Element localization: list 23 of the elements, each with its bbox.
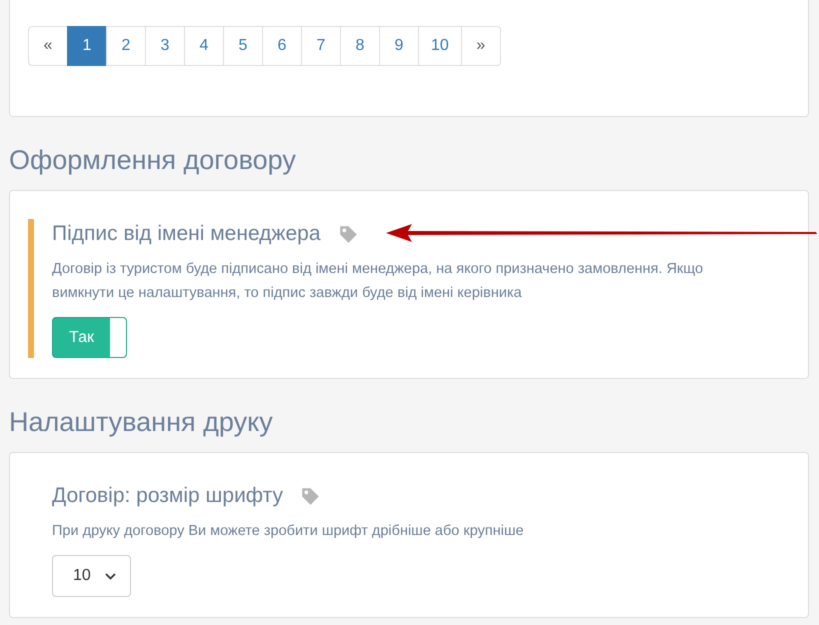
setting-title: Договір: розмір шрифту [52, 484, 283, 508]
page-link[interactable]: 4 [184, 26, 224, 66]
chevron-icon [104, 572, 116, 580]
section-heading: Оформлення договору [9, 145, 297, 176]
page-link[interactable]: 9 [379, 26, 419, 66]
setting-title: Підпис від імені менеджера [52, 222, 321, 246]
page-link[interactable]: 10 [418, 26, 462, 66]
page-link[interactable]: 3 [145, 26, 185, 66]
page-link[interactable]: 6 [262, 26, 302, 66]
page-link[interactable]: 2 [106, 26, 146, 66]
toggle-switch[interactable]: Так [52, 317, 127, 358]
page-link[interactable]: 7 [301, 26, 341, 66]
setting-description: При друку договору Ви можете зробити шрифт дрібніше або крупніше [52, 522, 525, 541]
page-link[interactable]: 5 [223, 26, 263, 66]
font-size-select[interactable]: 10 [52, 555, 131, 597]
page-link[interactable]: » [460, 26, 501, 66]
page-link[interactable]: « [28, 26, 68, 66]
tag-icon [300, 486, 320, 506]
page-link[interactable]: 8 [340, 26, 380, 66]
section-heading: Налаштування друку [9, 407, 274, 438]
tag-icon [338, 224, 358, 244]
page-link[interactable]: 1 [67, 26, 107, 66]
setting-description: Договір із туристом буде підписано від імені менеджера, на якого призначено замовлення. Якщо вимкнути це налаштування, то підпис завжди буде від імені керівника [52, 260, 704, 303]
